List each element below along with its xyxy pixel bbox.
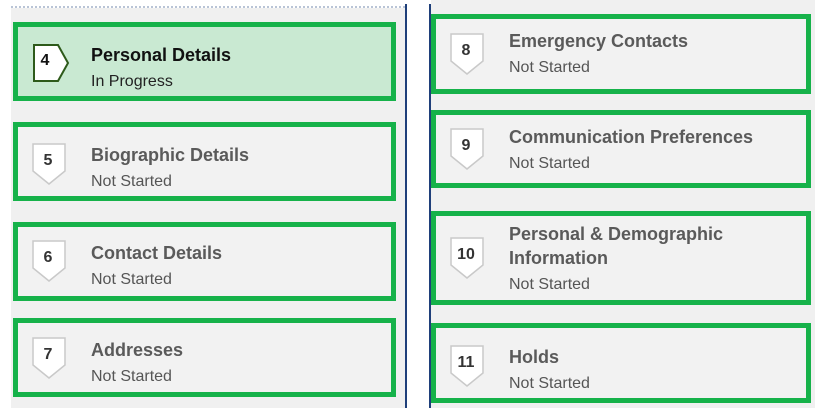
step-pentagon-badge: 8 [450, 33, 484, 75]
step-number: 8 [461, 42, 471, 59]
step-pentagon-badge: 6 [32, 240, 66, 282]
column-divider-left [405, 4, 407, 408]
step-holds[interactable]: 11 Holds Not Started [431, 323, 811, 403]
step-status: In Progress [91, 73, 173, 90]
step-pentagon-badge: 11 [450, 345, 484, 387]
step-personal-demographic-information[interactable]: 10 Personal & Demographic Information No… [431, 211, 811, 305]
step-title: Personal Details [91, 45, 232, 65]
step-number: 10 [457, 246, 475, 263]
step-title: Contact Details [91, 243, 223, 263]
step-status: Not Started [509, 375, 590, 392]
step-title: Addresses [91, 340, 184, 360]
step-pentagon-badge: 10 [450, 237, 484, 279]
step-addresses[interactable]: 7 Addresses Not Started [13, 318, 396, 397]
step-title: Emergency Contacts [509, 31, 689, 51]
column-top-divider [11, 6, 405, 8]
step-contact-details[interactable]: 6 Contact Details Not Started [13, 222, 396, 301]
step-title: Communication Preferences [509, 127, 754, 147]
step-status: Not Started [91, 173, 172, 190]
step-number: 7 [43, 346, 53, 363]
step-pentagon-badge: 7 [32, 337, 66, 379]
step-emergency-contacts[interactable]: 8 Emergency Contacts Not Started [431, 14, 811, 94]
step-status: Not Started [509, 276, 590, 293]
step-title: Biographic Details [91, 145, 250, 165]
step-communication-preferences[interactable]: 9 Communication Preferences Not Started [431, 110, 811, 188]
step-number: 4 [40, 52, 50, 69]
step-number: 11 [457, 354, 475, 371]
step-title-line-2: Information [509, 248, 608, 268]
step-title-line-1: Personal & Demographic [509, 224, 724, 244]
step-title: Holds [509, 347, 560, 367]
step-pentagon-badge: 9 [450, 128, 484, 170]
step-personal-details[interactable]: 4 Personal Details In Progress [13, 22, 396, 101]
step-biographic-details[interactable]: 5 Biographic Details Not Started [13, 122, 396, 201]
step-status: Not Started [509, 59, 590, 76]
step-status: Not Started [91, 368, 172, 385]
step-status: Not Started [509, 155, 590, 172]
step-pentagon-badge: 5 [32, 143, 66, 185]
step-arrow-badge: 4 [32, 43, 70, 83]
step-status: Not Started [91, 271, 172, 288]
step-number: 6 [43, 249, 53, 266]
step-number: 9 [461, 137, 471, 154]
step-number: 5 [43, 152, 53, 169]
